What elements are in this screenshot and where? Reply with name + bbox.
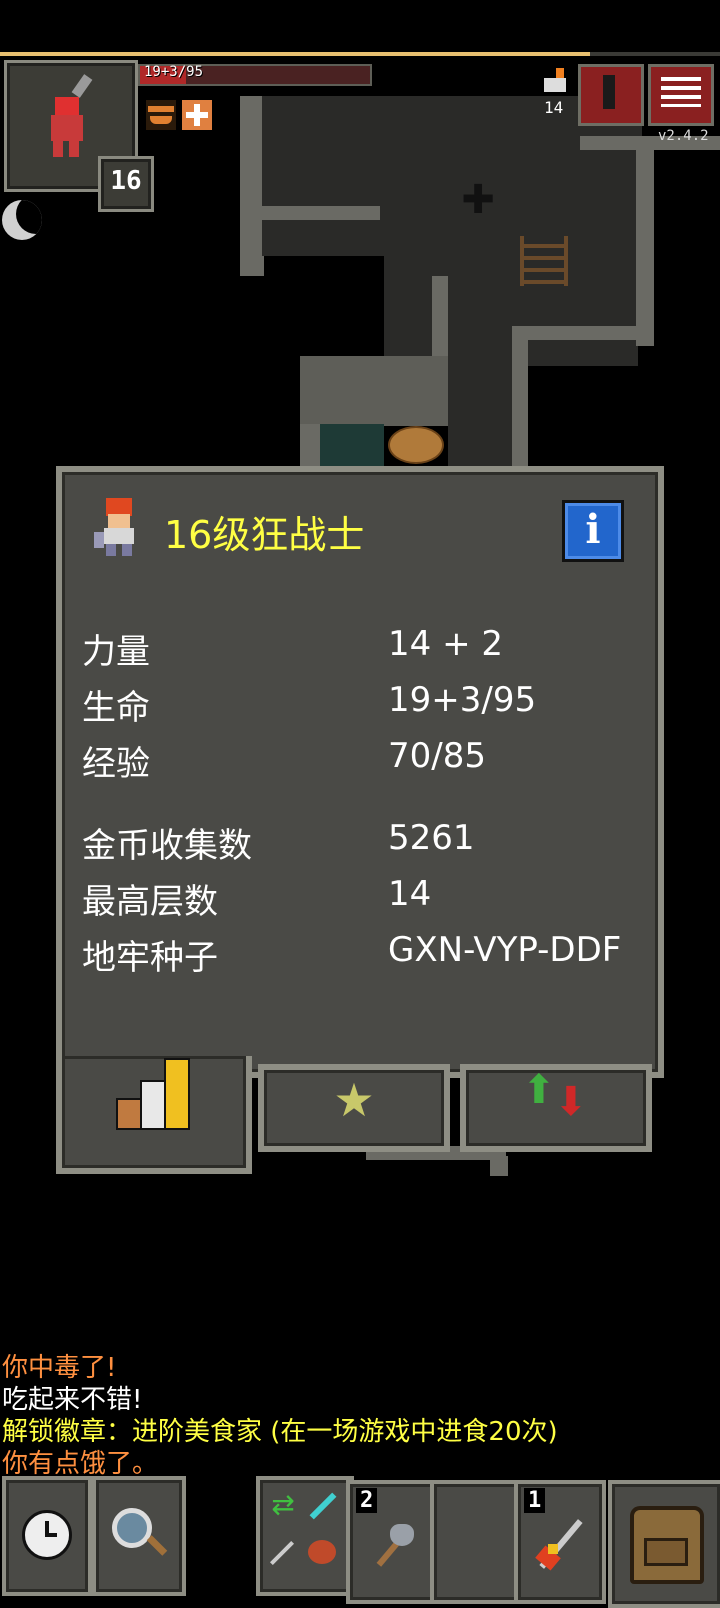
stat-label-gold: 金币收集数 [82, 826, 252, 866]
version-label: v2.4.2 [658, 128, 709, 144]
bread-item-icon[interactable] [388, 426, 444, 464]
journal-button[interactable] [578, 64, 644, 126]
hunger-buff-icon[interactable] [146, 100, 176, 130]
fire-arrow-icon [534, 1514, 588, 1574]
log-line: 吃起来不错! [2, 1385, 143, 1415]
trap-icon: ✚ [461, 177, 495, 223]
dungeon-wall [512, 336, 528, 466]
dungeon-wall [240, 96, 264, 276]
meat-icon[interactable] [308, 1540, 336, 1564]
journal-icon [603, 75, 615, 109]
stat-label-health: 生命 [82, 688, 150, 728]
hero-title: 16级狂战士 [164, 513, 365, 557]
log-line: 解锁徽章：进阶美食家 (在一场游戏中进食20次) [2, 1417, 558, 1447]
stat-label-strength: 力量 [82, 632, 150, 672]
clock-icon [22, 1510, 72, 1560]
xp-bar-fill [0, 52, 591, 56]
info-button[interactable]: i [562, 500, 624, 562]
stat-label-experience: 经验 [82, 744, 150, 784]
level-badge: 16 [98, 156, 154, 212]
quickslot-2[interactable] [430, 1480, 522, 1604]
hero-avatar [47, 74, 93, 159]
log-line: 你中毒了! [2, 1353, 117, 1383]
dungeon-wall [636, 146, 654, 346]
tab-stats[interactable] [56, 1056, 252, 1174]
dart-icon[interactable] [266, 1536, 300, 1570]
dungeon-wall [300, 424, 320, 468]
stats-bars-icon [116, 1058, 192, 1130]
up-arrow-icon: ⬆ [522, 1067, 556, 1113]
search-icon [112, 1508, 152, 1548]
star-icon: ★ [333, 1073, 375, 1127]
wait-button[interactable] [2, 1476, 92, 1596]
quickslot-1[interactable]: 2 [346, 1480, 438, 1604]
dungeon-wall [490, 1156, 508, 1176]
down-arrow-icon: ⬇ [554, 1079, 588, 1125]
stat-value-health: 19+3/95 [388, 680, 537, 720]
backpack-icon [630, 1506, 704, 1584]
stat-label-seed: 地牢种子 [82, 938, 218, 978]
tab-catalog[interactable]: ⬆ ⬇ [460, 1064, 652, 1152]
depth-icon[interactable] [540, 68, 570, 98]
wand-icon[interactable] [306, 1488, 340, 1522]
dungeon-wall [300, 356, 448, 426]
tab-badges[interactable]: ★ [258, 1064, 450, 1152]
hp-text: 19+3/95 [144, 64, 204, 80]
water-tile [320, 424, 384, 468]
stat-value-gold: 5261 [388, 818, 475, 858]
menu-icon [661, 77, 701, 107]
night-moon-icon [2, 200, 42, 240]
hero-class-icon [94, 496, 142, 556]
quickslot-1-count: 2 [356, 1488, 378, 1513]
stat-value-seed: GXN-VYP-DDF [388, 930, 622, 970]
stat-value-experience: 70/85 [388, 736, 486, 776]
stat-value-max-depth: 14 [388, 874, 432, 914]
swap-icon[interactable]: ⇄ [266, 1488, 300, 1522]
search-button[interactable] [92, 1476, 186, 1596]
quickslot-3[interactable]: 1 [514, 1480, 606, 1604]
dungeon-wall [240, 206, 380, 220]
ladder-icon [520, 236, 568, 286]
axe-icon [370, 1520, 416, 1570]
depth-number: 14 [544, 98, 564, 117]
info-icon: i [585, 506, 601, 553]
stat-value-strength: 14 + 2 [388, 624, 503, 664]
dungeon-floor [448, 336, 512, 466]
level-number: 16 [110, 166, 142, 196]
quick-actions-grid[interactable]: ⇄ [256, 1476, 354, 1596]
menu-button[interactable] [648, 64, 714, 126]
health-buff-icon[interactable] [182, 100, 212, 130]
backpack-button[interactable] [608, 1480, 720, 1608]
quickslot-3-count: 1 [524, 1488, 546, 1513]
dungeon-wall [512, 326, 652, 340]
stat-label-max-depth: 最高层数 [82, 882, 218, 922]
